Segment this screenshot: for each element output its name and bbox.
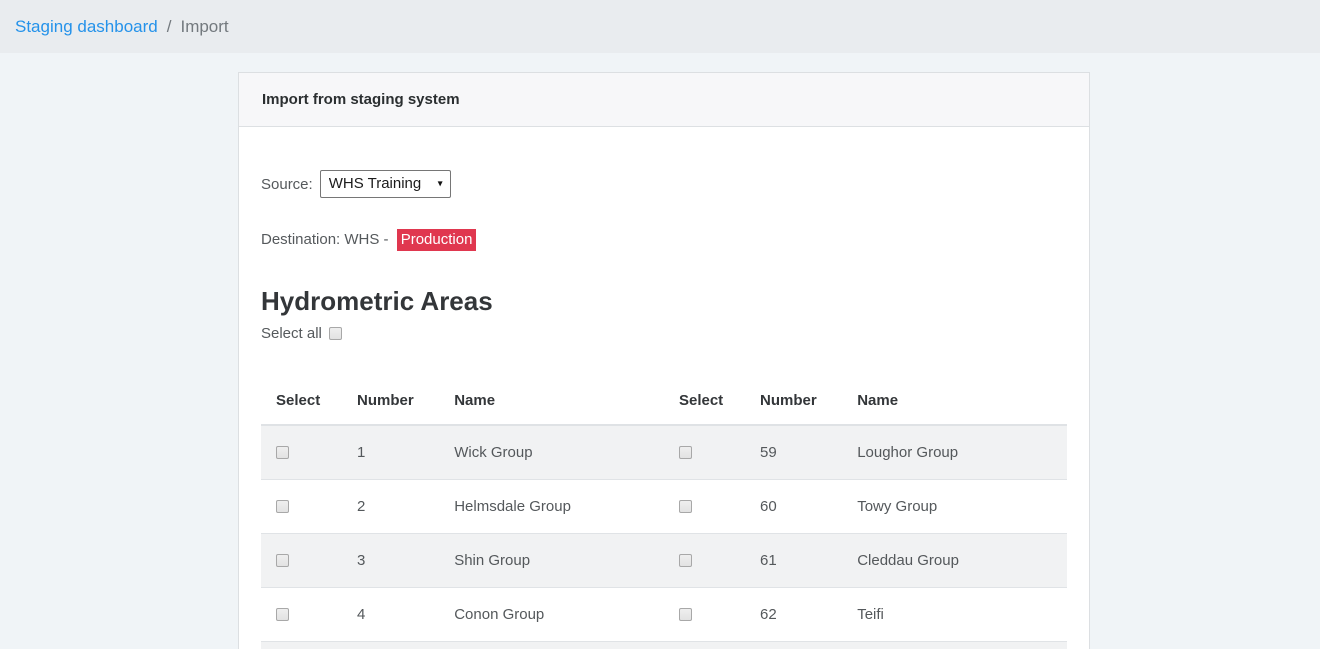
row-number-right-cell: 59 bbox=[745, 425, 842, 479]
select-all-label: Select all bbox=[261, 325, 322, 342]
row-checkbox-right[interactable] bbox=[679, 446, 692, 459]
row-checkbox-right-cell bbox=[664, 479, 745, 533]
page-title: Hydrometric Areas bbox=[261, 284, 1067, 318]
row-name-left-cell: Wick Group bbox=[439, 425, 664, 479]
row-checkbox-right-cell bbox=[664, 425, 745, 479]
row-checkbox-left[interactable] bbox=[276, 554, 289, 567]
card-body: Source: WHS Training ▾ Destination: WHS … bbox=[239, 170, 1089, 649]
select-all-checkbox[interactable] bbox=[329, 327, 342, 340]
row-checkbox-left[interactable] bbox=[276, 500, 289, 513]
table-header-row: Select Number Name Select Number Name bbox=[261, 377, 1067, 425]
row-number-left-cell: 2 bbox=[342, 479, 439, 533]
row-checkbox-left-cell bbox=[261, 425, 342, 479]
row-number-right-cell: 62 bbox=[745, 587, 842, 641]
row-checkbox-right-cell bbox=[664, 533, 745, 587]
row-name-right-cell: Teifi bbox=[842, 587, 1067, 641]
row-number-right-cell: 61 bbox=[745, 533, 842, 587]
column-header-select-right: Select bbox=[664, 377, 745, 425]
destination-label: Destination: WHS - bbox=[261, 231, 389, 248]
row-number-right-cell: 60 bbox=[745, 479, 842, 533]
table-body: 1Wick Group59Loughor Group2Helmsdale Gro… bbox=[261, 425, 1067, 649]
destination-row: Destination: WHS - Production bbox=[261, 229, 1067, 251]
row-number-left-cell: 4 bbox=[342, 587, 439, 641]
row-checkbox-left-cell bbox=[261, 479, 342, 533]
breadcrumb-separator: / bbox=[167, 17, 172, 37]
table-row: 1Wick Group 59Loughor Group bbox=[261, 425, 1067, 479]
row-name-right-cell: Cleddau Group bbox=[842, 533, 1067, 587]
hydrometric-areas-table: Select Number Name Select Number Name 1W… bbox=[261, 377, 1067, 649]
row-checkbox-right-cell bbox=[664, 587, 745, 641]
row-name-left-cell: Conon Group bbox=[439, 587, 664, 641]
table-row: 2Helmsdale Group 60Towy Group bbox=[261, 479, 1067, 533]
source-row: Source: WHS Training ▾ bbox=[261, 170, 1067, 198]
card-header-title: Import from staging system bbox=[239, 73, 1089, 127]
row-name-left-cell: Helmsdale Group bbox=[439, 479, 664, 533]
row-checkbox-right[interactable] bbox=[679, 500, 692, 513]
source-label: Source: bbox=[261, 176, 313, 193]
empty-cell bbox=[342, 641, 439, 649]
row-number-left-cell: 1 bbox=[342, 425, 439, 479]
column-header-select-left: Select bbox=[261, 377, 342, 425]
column-header-name-left: Name bbox=[439, 377, 664, 425]
row-name-right-cell: Towy Group bbox=[842, 479, 1067, 533]
row-checkbox-left[interactable] bbox=[276, 446, 289, 459]
row-checkbox-right[interactable] bbox=[679, 554, 692, 567]
empty-cell bbox=[261, 641, 342, 649]
source-select-wrap: WHS Training ▾ bbox=[320, 170, 451, 198]
breadcrumb: Staging dashboard / Import bbox=[0, 0, 1320, 53]
empty-cell bbox=[745, 641, 842, 649]
table-row-partial bbox=[261, 641, 1067, 649]
column-header-number-left: Number bbox=[342, 377, 439, 425]
column-header-name-right: Name bbox=[842, 377, 1067, 425]
breadcrumb-link-staging-dashboard[interactable]: Staging dashboard bbox=[15, 17, 158, 37]
breadcrumb-current-import: Import bbox=[180, 17, 228, 37]
row-name-right-cell: Loughor Group bbox=[842, 425, 1067, 479]
table-row: 3Shin Group 61Cleddau Group bbox=[261, 533, 1067, 587]
column-header-number-right: Number bbox=[745, 377, 842, 425]
destination-badge: Production bbox=[397, 229, 477, 251]
row-checkbox-right[interactable] bbox=[679, 608, 692, 621]
row-checkbox-left[interactable] bbox=[276, 608, 289, 621]
row-number-left-cell: 3 bbox=[342, 533, 439, 587]
row-name-left-cell: Shin Group bbox=[439, 533, 664, 587]
empty-cell bbox=[439, 641, 664, 649]
select-all-row: Select all bbox=[261, 325, 1067, 342]
table-row: 4Conon Group 62Teifi bbox=[261, 587, 1067, 641]
row-checkbox-left-cell bbox=[261, 587, 342, 641]
source-select[interactable]: WHS Training bbox=[320, 170, 451, 198]
empty-cell bbox=[842, 641, 1067, 649]
row-checkbox-left-cell bbox=[261, 533, 342, 587]
empty-cell bbox=[664, 641, 745, 649]
import-card: Import from staging system Source: WHS T… bbox=[238, 72, 1090, 649]
